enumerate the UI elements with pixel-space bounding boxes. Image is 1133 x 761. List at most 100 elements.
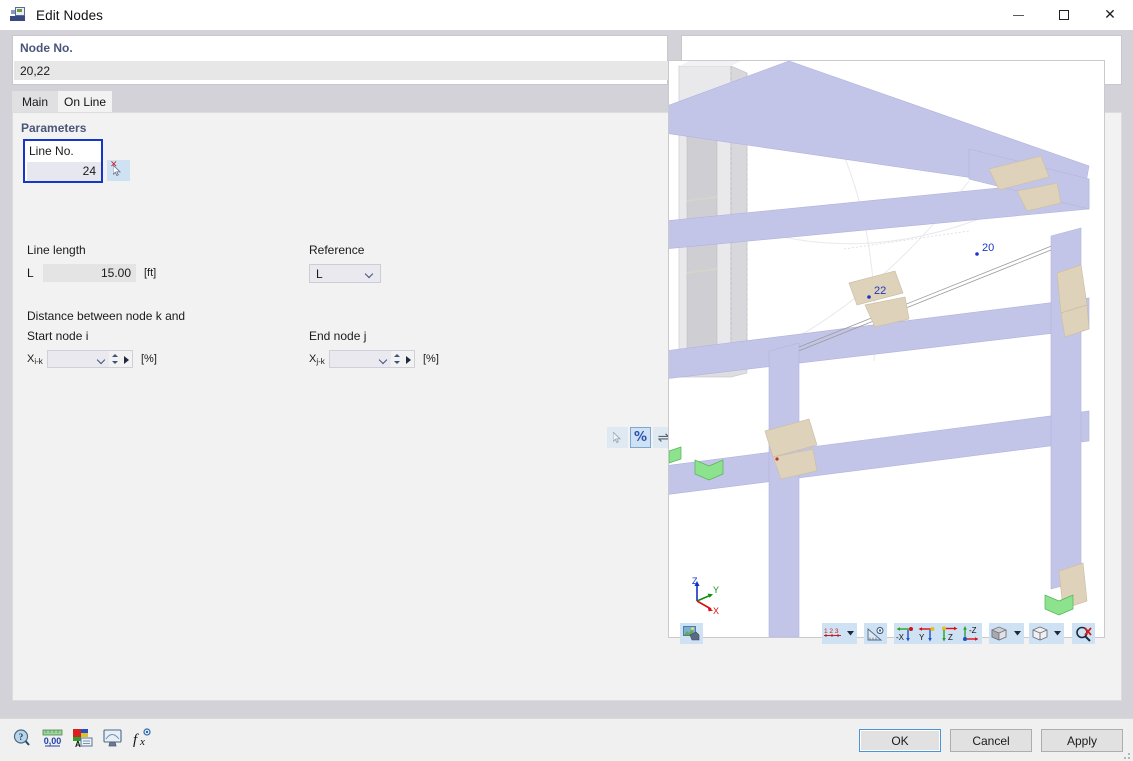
reference-group: Reference L (309, 243, 381, 283)
dialog-body: Node No. 20,22 Main On Line Parameters L… (0, 30, 1133, 718)
cancel-button[interactable]: Cancel (950, 729, 1032, 752)
line-length-prefix: L (27, 266, 34, 280)
status-bar: ? 0,00 A f x OK Cancel Apply (0, 718, 1133, 761)
node-dot-20 (975, 252, 979, 256)
help-magnifier-icon[interactable]: ? (12, 728, 34, 750)
line-length-value[interactable]: 15.00 (43, 264, 136, 282)
window-titlebar: Edit Nodes ✕ (0, 0, 1133, 31)
svg-text:Y: Y (919, 633, 925, 642)
view-settings-glyph (103, 729, 122, 747)
chevron-down-icon (1054, 631, 1061, 636)
display-properties-glyph: A (73, 729, 93, 749)
close-button[interactable]: ✕ (1087, 0, 1133, 30)
view-axis-z-icon[interactable]: Z (938, 623, 960, 644)
ok-button[interactable]: OK (859, 729, 941, 752)
window-controls: ✕ (995, 0, 1133, 30)
stepper-up-icon (394, 354, 400, 357)
origin-dot (775, 457, 779, 461)
line-length-label: Line length (27, 243, 86, 257)
svg-text:Z: Z (948, 633, 953, 642)
view-settings-icon[interactable] (102, 728, 124, 750)
zoom-reset-icon[interactable] (1072, 623, 1095, 644)
view-neg-z-glyph: -Z (963, 626, 979, 641)
render-preview-icon[interactable] (680, 623, 703, 644)
distance-heading: Distance between node k and (27, 309, 186, 323)
render-mode-glyph (991, 626, 1007, 641)
end-node-stepper[interactable] (391, 350, 402, 368)
start-node-stepper[interactable] (109, 350, 120, 368)
reference-select[interactable]: L (309, 264, 381, 283)
node-number-label: Node No. (20, 41, 73, 55)
measure-glyph (867, 626, 883, 640)
node-dot-22 (867, 295, 871, 299)
tab-main[interactable]: Main (12, 91, 58, 112)
box-view-icon[interactable] (1029, 623, 1051, 644)
start-node-prefix: Xi-k (27, 353, 43, 366)
svg-text:Z: Z (692, 576, 698, 586)
view-axis-x-icon[interactable]: -X (894, 623, 916, 644)
svg-text:A: A (75, 740, 81, 748)
parameters-title: Parameters (21, 121, 87, 135)
view-axis-y-icon[interactable]: Y (916, 623, 938, 644)
start-node-apply-icon[interactable] (120, 350, 133, 368)
maximize-button[interactable] (1041, 0, 1087, 30)
view-axis-neg-z-icon[interactable]: -Z (960, 623, 982, 644)
display-properties-icon[interactable]: A (72, 728, 94, 750)
dialog-buttons: OK Cancel Apply (859, 729, 1123, 752)
window-title: Edit Nodes (36, 7, 104, 23)
chevron-down-icon (1014, 631, 1021, 636)
render-mode-icon[interactable] (989, 623, 1011, 644)
svg-text:-X: -X (896, 633, 905, 642)
start-node-unit: [%] (141, 353, 157, 365)
edit-nodes-icon (10, 7, 26, 23)
end-node-label: End node j (309, 329, 367, 343)
resize-grip[interactable] (1120, 749, 1130, 759)
numbering-dropdown-arrow-icon[interactable] (844, 623, 857, 644)
start-node-label: Start node i (27, 329, 89, 343)
decimal-glyph: 0,00 (42, 729, 63, 747)
function-glyph: f x (133, 728, 151, 748)
apply-button[interactable]: Apply (1041, 729, 1123, 752)
start-node-input[interactable] (47, 350, 109, 368)
svg-text:0,00: 0,00 (44, 736, 62, 746)
node-number-value[interactable]: 20,22 (14, 61, 668, 80)
view-y-glyph: Y (918, 627, 935, 642)
line-number-group: Line No. 24 (23, 139, 103, 183)
model-viewport[interactable]: 20 22 Z Y X (668, 60, 1105, 638)
minimize-button[interactable] (995, 0, 1041, 30)
line-number-input[interactable]: 24 (27, 162, 101, 181)
status-icon-group: ? 0,00 A f x (12, 728, 154, 750)
svg-text:-Z: -Z (969, 626, 977, 635)
end-node-apply-icon[interactable] (402, 350, 415, 368)
function-fx-icon[interactable]: f x (132, 728, 154, 750)
render-mode-dropdown-arrow-icon[interactable] (1011, 623, 1024, 644)
pick-line-cursor-icon[interactable]: ✕ (107, 160, 130, 181)
numbering-glyph: 1 2 3 (824, 628, 841, 637)
node-label-20: 20 (982, 242, 994, 254)
chevron-down-icon (366, 271, 373, 275)
tab-on-line[interactable]: On Line (58, 91, 112, 112)
measure-ruler-icon[interactable] (864, 623, 887, 644)
chevron-down-icon (98, 357, 105, 361)
view-z-glyph: Z (942, 626, 958, 642)
numbering-icon[interactable]: 1 2 3 (822, 623, 844, 644)
minimize-icon (1012, 14, 1024, 16)
line-length-unit: [ft] (144, 267, 157, 279)
pick-cursor-icon[interactable] (607, 427, 628, 448)
reference-value: L (316, 266, 323, 281)
percent-icon[interactable]: % (630, 427, 651, 448)
box-view-dropdown-arrow-icon[interactable] (1051, 623, 1064, 644)
red-x-icon: ✕ (110, 160, 118, 170)
viewport-toolbar: 1 2 3 -X Y Z -Z (668, 622, 1105, 645)
svg-text:f: f (133, 732, 139, 748)
stepper-up-icon (112, 354, 118, 357)
node-number-group: Node No. 20,22 (12, 35, 668, 85)
end-node-input[interactable] (329, 350, 391, 368)
svg-text:?: ? (19, 732, 24, 742)
reference-label: Reference (309, 243, 365, 257)
end-node-group: End node j Xj-k [%] (309, 329, 439, 368)
zoom-reset-glyph (1075, 626, 1092, 642)
end-node-prefix: Xj-k (309, 353, 325, 366)
help-glyph: ? (13, 729, 30, 746)
decimal-places-icon[interactable]: 0,00 (42, 728, 64, 750)
